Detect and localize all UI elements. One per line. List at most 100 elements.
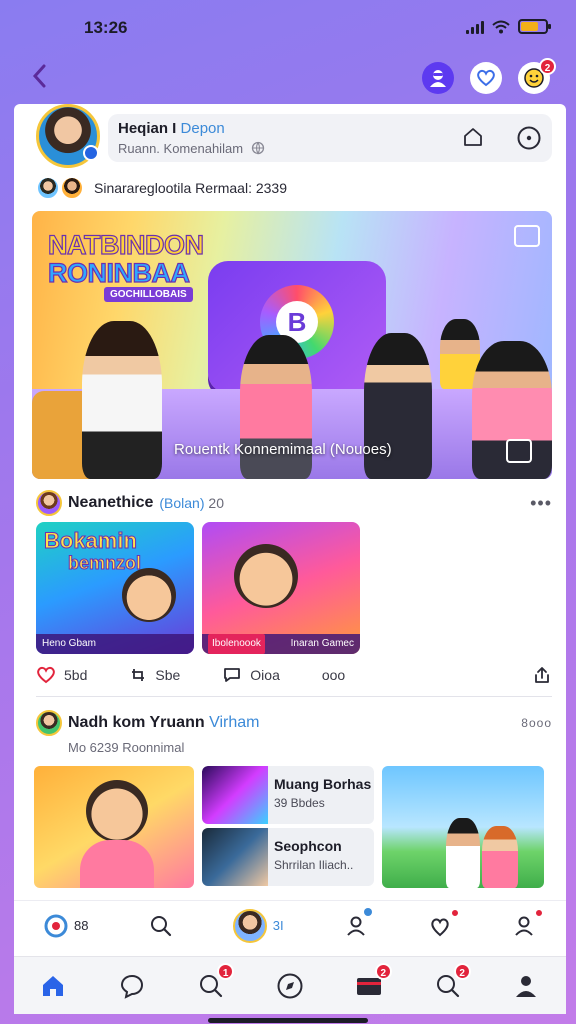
post-subtitle: Mo 6239 Roonnimal [68, 740, 185, 755]
comment-button[interactable]: Oioa [222, 666, 280, 684]
hero-caption: Rouentk Konnemimaal (Nouoes) [174, 441, 392, 458]
post-more-label[interactable]: 8ooo [521, 716, 552, 730]
tile-shirt [80, 840, 154, 888]
hero-title-line1: NATBINDON [47, 230, 204, 260]
post-avatar[interactable] [36, 490, 62, 516]
account-dot [533, 907, 544, 918]
signal-icon [466, 20, 484, 34]
nav-chat[interactable] [115, 969, 149, 1003]
media-list-image [202, 828, 268, 886]
post-avatar[interactable] [36, 710, 62, 736]
hero-title-line2: RONINBAA [47, 258, 190, 288]
wifi-icon [492, 20, 510, 33]
tab-search[interactable] [149, 914, 173, 938]
profile-subtitle: Ruann. Komenahilam [118, 141, 265, 156]
post-meta-count: 20 [208, 495, 224, 511]
nav-profile[interactable] [509, 969, 543, 1003]
alerts-dot [449, 907, 460, 918]
notifications-button[interactable]: 2 [518, 58, 556, 94]
post-author: Neanethice [68, 494, 154, 511]
profile-name-tag: Depon [180, 120, 225, 137]
mask-icon [430, 70, 446, 87]
orbit-icon [44, 914, 68, 937]
tab-feed[interactable]: 88 [44, 914, 89, 938]
tab-profile-avatar[interactable]: 3I [232, 908, 284, 943]
comment-icon [224, 668, 241, 682]
tab-feed-count: 88 [74, 918, 89, 933]
post-thumbnail[interactable]: Bokamin bemnzol Heno Gbam [36, 522, 194, 654]
home-indicator [208, 1018, 368, 1023]
favorites-button[interactable] [470, 62, 502, 94]
nav-search[interactable]: 2 [431, 962, 471, 1003]
more-actions-button[interactable]: ooo [322, 667, 345, 683]
tab-account[interactable] [512, 907, 544, 938]
thumbnail-title-line2: bemnzol [67, 553, 142, 574]
chat-bubble-icon [121, 974, 144, 999]
post-header[interactable]: Nadh kom Yruann Virham 8ooo [36, 710, 552, 736]
nav-compass[interactable] [273, 969, 307, 1003]
more-options-icon[interactable]: ••• [530, 493, 552, 514]
heart-icon [477, 69, 495, 87]
post-header[interactable]: Neanethice (Bolan) 20 ••• [36, 490, 552, 516]
post-thumbnail[interactable]: Ibolenoook Inaran Gamec [202, 522, 360, 654]
avatar [232, 908, 267, 943]
thumbnail-bar: Ibolenoook Inaran Gamec [202, 634, 360, 654]
comment-count: Oioa [250, 667, 280, 683]
media-list-title: Seophcon [274, 838, 342, 854]
member-avatar [36, 176, 60, 200]
tab-avatar-count: 3I [272, 918, 284, 933]
profile-header[interactable]: Heqian I Depon Ruann. Komenahilam [108, 114, 552, 162]
more-actions-label: ooo [321, 667, 346, 683]
heart-location-icon [431, 918, 449, 936]
online-dot [363, 907, 372, 916]
divider [36, 696, 552, 697]
media-tile[interactable] [382, 766, 544, 888]
media-list-title: Muang Borhas [274, 776, 372, 792]
tab-friends[interactable] [344, 907, 372, 938]
profile-avatar[interactable] [36, 104, 100, 168]
media-list-item[interactable]: Seophcon Shrrilan Iliach.. [202, 828, 374, 886]
post-author-line: Nadh kom Yruann Virham [68, 714, 259, 732]
profile-subtitle-text: Ruann. Komenahilam [118, 141, 244, 156]
status-time: 13:26 [84, 18, 128, 37]
wallet-badge: 2 [374, 962, 392, 980]
hero-title: NATBINDON RONINBAA [47, 230, 204, 288]
tab-alerts[interactable] [428, 907, 460, 938]
globe-icon [251, 141, 264, 155]
chevron-left-icon [32, 64, 46, 88]
like-button[interactable]: 5bd [36, 666, 87, 684]
media-list-item[interactable]: Muang Borhas 39 Bbdes [202, 766, 374, 824]
member-avatar [60, 176, 84, 200]
home-outline-icon[interactable] [462, 126, 484, 148]
group-line[interactable]: Sinarareglootila Rermaal: 2339 [36, 174, 287, 202]
card-tabbar: 88 3I [14, 900, 566, 950]
nav-wallet[interactable]: 2 [352, 962, 392, 1003]
nav-home[interactable] [36, 969, 70, 1003]
search-icon [150, 915, 171, 936]
back-button[interactable] [30, 62, 58, 94]
home-icon [43, 975, 64, 996]
hero-subtitle: GOCHILLOBAIS [104, 287, 193, 302]
top-nav-actions: 2 [422, 58, 556, 94]
thumbnail-character [234, 544, 298, 608]
thumbnail-bar-label: Heno Gbam [42, 638, 96, 649]
user-icon [346, 916, 365, 936]
nav-messages[interactable]: 1 [194, 962, 235, 1003]
repost-button[interactable]: Sbe [129, 666, 180, 684]
hero-person [82, 321, 162, 479]
hero-banner[interactable]: NATBINDON RONINBAA GOCHILLOBAIS Rouentk … [32, 211, 552, 479]
media-tile[interactable] [34, 766, 194, 888]
info-icon[interactable] [516, 125, 542, 151]
compass-icon [277, 973, 303, 998]
post-tag: Virham [209, 714, 260, 731]
expand-icon[interactable] [514, 225, 540, 247]
chat-badge: 1 [217, 962, 235, 980]
fullscreen-icon[interactable] [506, 439, 532, 463]
tile-person [482, 826, 518, 888]
profile-mask-button[interactable] [422, 62, 454, 94]
status-bar: 13:26 [0, 0, 576, 56]
share-button[interactable] [532, 665, 552, 685]
thumbnail-bar-right: Inaran Gamec [290, 638, 354, 649]
group-text: Sinarareglootila Rermaal: 2339 [94, 180, 287, 196]
status-icons [466, 19, 551, 34]
